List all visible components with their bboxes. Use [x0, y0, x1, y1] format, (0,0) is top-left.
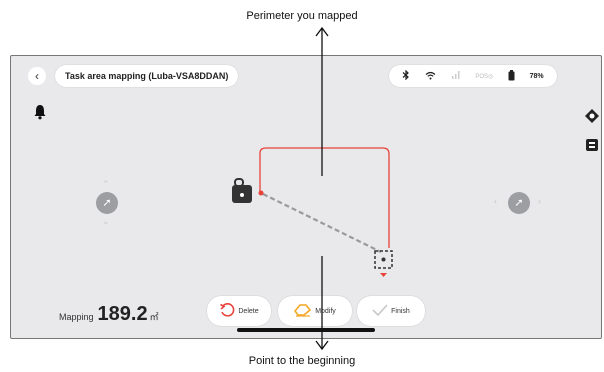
annotation-start-label: Point to the beginning	[248, 355, 356, 367]
delete-button[interactable]: Delete	[207, 296, 271, 326]
eraser-icon	[294, 303, 315, 319]
mapping-area-readout: Mapping 189.2 ㎡	[59, 303, 159, 326]
home-indicator[interactable]	[237, 328, 375, 332]
mapping-label: Mapping	[59, 312, 94, 322]
position-pointer-icon	[380, 273, 387, 277]
mapped-perimeter-path	[259, 147, 390, 248]
app-screen: ‹ Task area mapping (Luba-VSA8DDAN) POS◎…	[10, 55, 602, 339]
start-point-marker	[258, 190, 264, 196]
mapping-value: 189.2	[97, 303, 148, 325]
mapping-unit: ㎡	[149, 312, 159, 322]
delete-label: Delete	[238, 307, 259, 315]
robot-mower-icon	[232, 178, 252, 203]
return-to-start-path	[262, 193, 382, 253]
modify-label: Modify	[315, 307, 336, 315]
undo-icon	[219, 302, 238, 320]
finish-button[interactable]: Finish	[357, 296, 425, 326]
check-icon	[372, 304, 391, 318]
finish-label: Finish	[391, 307, 410, 315]
annotation-perimeter-label: Perimeter you mapped	[246, 10, 358, 22]
modify-button[interactable]: Modify	[278, 296, 352, 326]
